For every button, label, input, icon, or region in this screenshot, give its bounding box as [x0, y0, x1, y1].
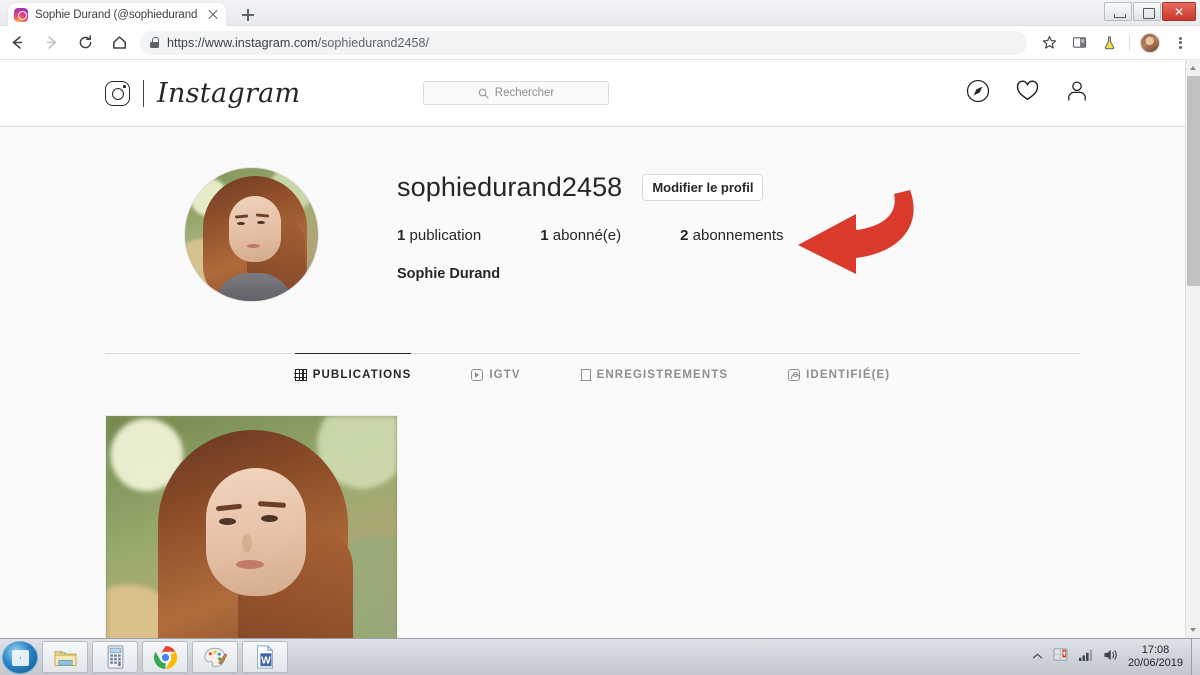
instagram-logo[interactable]: Instagram — [105, 80, 300, 107]
stat-following[interactable]: 2 abonnements — [680, 227, 783, 244]
url-path: /sophiedurand2458/ — [317, 35, 430, 50]
show-desktop-button[interactable] — [1191, 638, 1200, 675]
scroll-up-icon[interactable] — [1186, 60, 1200, 75]
star-icon[interactable] — [1035, 29, 1063, 57]
post-thumbnail[interactable] — [105, 415, 398, 638]
explore-compass-icon[interactable] — [966, 79, 990, 108]
tab-igtv[interactable]: IGTV — [471, 353, 520, 394]
scroll-down-icon[interactable] — [1186, 623, 1200, 638]
forward-button[interactable] — [34, 26, 68, 60]
page-scrollbar[interactable] — [1185, 60, 1200, 638]
search-placeholder: Rechercher — [494, 87, 555, 99]
search-input[interactable]: Rechercher — [423, 81, 609, 105]
profile-person-icon[interactable] — [1065, 79, 1089, 108]
instagram-wordmark: Instagram — [157, 78, 301, 109]
network-icon[interactable] — [1078, 648, 1094, 667]
close-icon[interactable] — [206, 8, 220, 22]
post-grid — [105, 395, 1080, 638]
page-viewport: Instagram Rechercher sophiedurand2458 Mo… — [0, 60, 1200, 638]
instagram-header: Instagram Rechercher — [0, 60, 1185, 127]
profile-full-name: Sophie Durand — [397, 266, 501, 282]
tab-enregistrements[interactable]: ENREGISTREMENTS — [580, 353, 729, 394]
igtv-icon — [471, 368, 484, 381]
lock-icon — [150, 37, 159, 48]
toolbar-icons — [1035, 29, 1200, 57]
clock-time: 17:08 — [1141, 644, 1170, 656]
back-button[interactable] — [0, 26, 34, 60]
address-bar[interactable]: https://www.instagram.com/sophiedurand24… — [140, 30, 1027, 55]
profile-tabs-container: PUBLICATIONS IGTV ENREGISTREMENTS IDENTI… — [105, 353, 1080, 395]
instagram-camera-icon — [105, 81, 130, 106]
file-explorer-icon[interactable] — [42, 641, 88, 673]
browser-toolbar: https://www.instagram.com/sophiedurand24… — [0, 26, 1200, 60]
title-bar: Sophie Durand (@sophiedurand… ✕ — [0, 0, 1200, 26]
avatar[interactable] — [183, 167, 319, 302]
tab-label: IDENTIFIÉ(E) — [806, 368, 891, 381]
url-scheme: https://www.instagram.com — [167, 35, 318, 50]
reload-button[interactable] — [68, 26, 102, 60]
home-button[interactable] — [102, 26, 136, 60]
security-icon[interactable] — [1052, 646, 1069, 668]
volume-icon[interactable] — [1103, 648, 1119, 667]
paint-icon[interactable] — [192, 641, 238, 673]
tab-strip: Sophie Durand (@sophiedurand… — [0, 0, 1200, 26]
system-tray: 17:08 20/06/2019 — [1032, 644, 1191, 670]
scrollbar-thumb[interactable] — [1187, 76, 1200, 286]
windows-start-orb[interactable] — [2, 640, 38, 674]
bookmark-icon — [580, 368, 593, 386]
svg-text:W: W — [261, 655, 271, 666]
edit-profile-button[interactable]: Modifier le profil — [642, 173, 764, 202]
tab-label: PUBLICATIONS — [312, 369, 412, 381]
minimize-button[interactable] — [1104, 2, 1132, 21]
profile-stats: 1 publication 1 abonné(e) 2 abonnements — [397, 227, 1080, 244]
page-title: sophiedurand2458 — [397, 172, 623, 202]
google-chrome-icon[interactable] — [142, 641, 188, 673]
windows-taskbar: W 17:08 20/06/2019 — [0, 638, 1200, 675]
instagram-favicon — [14, 7, 28, 22]
kebab-menu-icon[interactable] — [1166, 29, 1194, 57]
stat-publications[interactable]: 1 publication — [397, 227, 481, 244]
tab-title: Sophie Durand (@sophiedurand… — [35, 8, 199, 21]
clock-date: 20/06/2019 — [1127, 657, 1183, 669]
url-text: https://www.instagram.com/sophiedurand24… — [167, 36, 429, 50]
search-icon — [478, 88, 489, 99]
profile-info: sophiedurand2458 Modifier le profil 1 pu… — [397, 167, 1080, 302]
extension-icon[interactable] — [1065, 29, 1093, 57]
tab-label: IGTV — [489, 368, 521, 381]
close-icon: ✕ — [1173, 5, 1185, 19]
avatar-column — [105, 167, 397, 302]
browser-tab[interactable]: Sophie Durand (@sophiedurand… — [8, 3, 226, 26]
logo-divider — [143, 80, 144, 107]
close-button[interactable]: ✕ — [1162, 2, 1196, 21]
activity-heart-icon[interactable] — [1015, 78, 1040, 108]
show-hidden-icon[interactable] — [1032, 648, 1043, 666]
new-tab-button[interactable] — [238, 5, 258, 25]
profile-section: sophiedurand2458 Modifier le profil 1 pu… — [0, 127, 1185, 638]
instagram-nav-icons — [966, 78, 1089, 108]
tab-publications[interactable]: PUBLICATIONS — [294, 353, 412, 394]
profile-avatar[interactable] — [1136, 29, 1164, 57]
word-icon[interactable]: W — [242, 641, 288, 673]
browser-window: Sophie Durand (@sophiedurand… ✕ https://… — [0, 0, 1200, 675]
toolbar-divider — [1129, 34, 1130, 51]
window-controls: ✕ — [1104, 2, 1196, 21]
stat-followers[interactable]: 1 abonné(e) — [540, 227, 621, 244]
tagged-icon — [788, 368, 801, 381]
tab-identifie[interactable]: IDENTIFIÉ(E) — [788, 353, 890, 394]
flask-icon[interactable] — [1095, 29, 1123, 57]
tab-label: ENREGISTREMENTS — [596, 368, 729, 381]
grid-icon — [294, 368, 307, 381]
clock[interactable]: 17:08 20/06/2019 — [1128, 644, 1183, 670]
calculator-icon[interactable] — [92, 641, 138, 673]
maximize-button[interactable] — [1133, 2, 1161, 21]
